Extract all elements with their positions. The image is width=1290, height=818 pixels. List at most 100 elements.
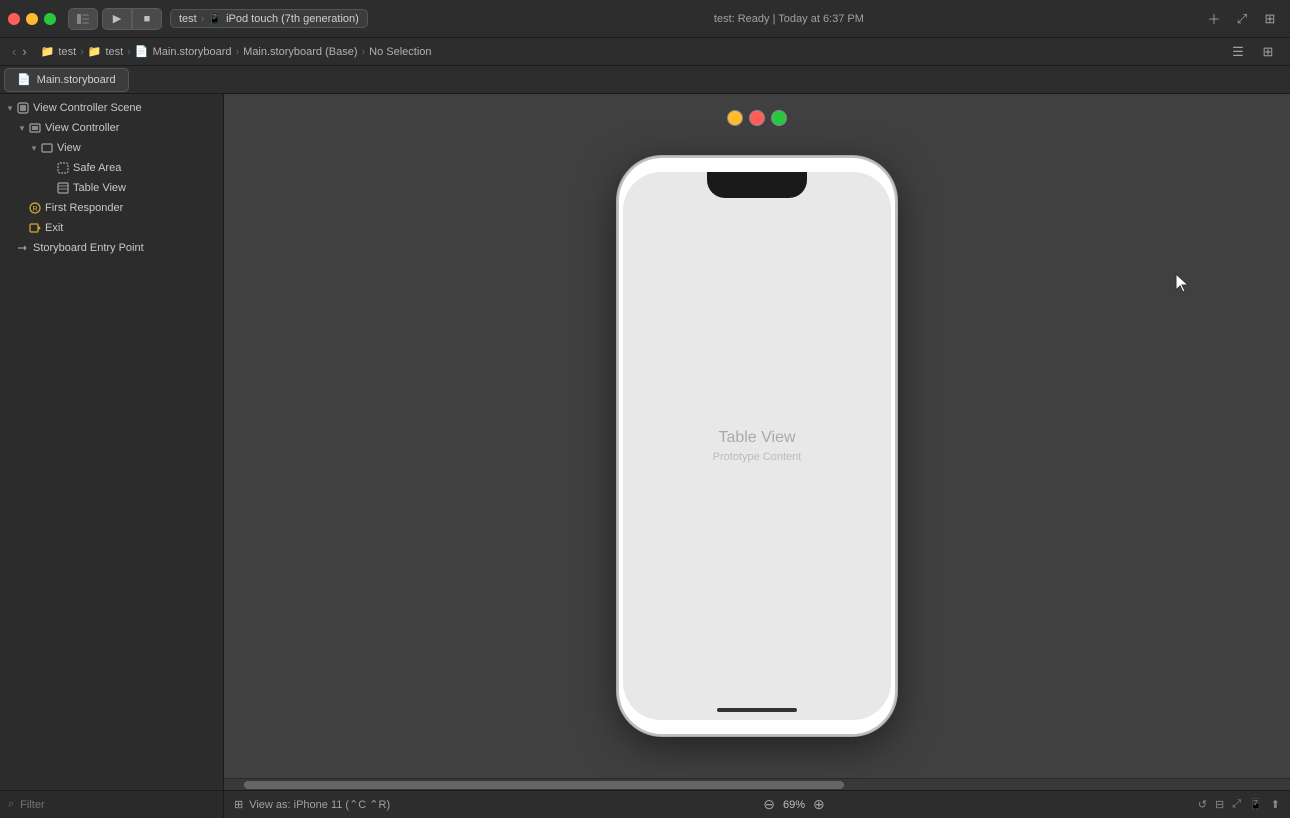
scene-icon bbox=[16, 101, 30, 115]
inspector-button[interactable]: ⊞ bbox=[1258, 8, 1282, 30]
sidebar-item-scene[interactable]: ▾ View Controller Scene bbox=[0, 98, 223, 118]
scrollbar-thumb[interactable] bbox=[244, 781, 844, 789]
device-icon: 📱 bbox=[208, 12, 222, 25]
zoom-level-label: 69% bbox=[783, 799, 805, 811]
sidebar-entry-point-label: Storyboard Entry Point bbox=[33, 242, 144, 254]
filter-icon: ⌕ bbox=[8, 798, 14, 811]
storyboard-icon: 📄 bbox=[135, 45, 149, 58]
home-indicator bbox=[717, 708, 797, 712]
sidebar-safe-area-label: Safe Area bbox=[73, 162, 121, 174]
disclosure-safe-area bbox=[44, 162, 56, 174]
minimize-button[interactable] bbox=[26, 13, 38, 25]
view-options-button[interactable]: ⊞ bbox=[1256, 41, 1280, 63]
folder-icon: 📁 bbox=[41, 45, 55, 58]
device-selector[interactable]: test › 📱 iPod touch (7th generation) bbox=[170, 9, 368, 28]
breadcrumb-no-selection[interactable]: No Selection bbox=[369, 46, 431, 58]
sidebar-scene-label: View Controller Scene bbox=[33, 102, 142, 114]
breadcrumb-bar: ‹ › 📁 test › 📁 test › 📄 Main.storyboard … bbox=[0, 38, 1290, 66]
sidebar-item-view[interactable]: ▾ View bbox=[0, 138, 223, 158]
breadcrumb-test-2[interactable]: 📁 test bbox=[88, 45, 123, 58]
entry-point-icon bbox=[16, 241, 30, 255]
bottom-bar: ⊞ View as: iPhone 11 (⌃C ⌃R) ⊖ 69% ⊕ ↺ ⊟… bbox=[224, 790, 1290, 818]
run-button[interactable]: ▶ bbox=[102, 8, 132, 30]
filter-input[interactable] bbox=[20, 799, 215, 811]
breadcrumb-storyboard-base[interactable]: Main.storyboard (Base) bbox=[243, 46, 357, 58]
stop-button[interactable]: ■ bbox=[132, 8, 162, 30]
sidebar: ▾ View Controller Scene ▾ View Controlle… bbox=[0, 94, 224, 818]
iphone-screen: Table View Prototype Content bbox=[623, 172, 891, 720]
add-button[interactable]: ＋ bbox=[1202, 8, 1226, 30]
sidebar-tree: ▾ View Controller Scene ▾ View Controlle… bbox=[0, 94, 223, 790]
run-controls: ▶ ■ bbox=[102, 8, 162, 30]
disclosure-view[interactable]: ▾ bbox=[28, 142, 40, 154]
fullscreen-button[interactable] bbox=[44, 13, 56, 25]
breadcrumb-test-1[interactable]: 📁 test bbox=[41, 45, 76, 58]
close-button[interactable] bbox=[8, 13, 20, 25]
phone-dot-red bbox=[749, 110, 765, 126]
sidebar-item-first-responder[interactable]: R First Responder bbox=[0, 198, 223, 218]
sidebar-toggle-button[interactable] bbox=[68, 8, 98, 30]
sidebar-vc-label: View Controller bbox=[45, 122, 119, 134]
traffic-lights bbox=[8, 13, 56, 25]
view-icon bbox=[40, 141, 54, 155]
refresh-icon[interactable]: ↺ bbox=[1198, 798, 1207, 811]
zoom-out-button[interactable]: ⊖ bbox=[763, 796, 775, 813]
iphone-notch bbox=[707, 172, 807, 198]
device-icon-bottom[interactable]: 📱 bbox=[1249, 798, 1263, 811]
sidebar-item-safe-area[interactable]: Safe Area bbox=[0, 158, 223, 178]
main-content: ▾ View Controller Scene ▾ View Controlle… bbox=[0, 94, 1290, 818]
tab-bar: 📄 Main.storyboard bbox=[0, 66, 1290, 94]
nav-back-button[interactable]: ‹ bbox=[10, 44, 18, 59]
exit-icon bbox=[28, 221, 42, 235]
safe-area-icon bbox=[56, 161, 70, 175]
tab-file-icon: 📄 bbox=[17, 73, 31, 86]
sidebar-item-entry-point[interactable]: Storyboard Entry Point bbox=[0, 238, 223, 258]
device-name-label: iPod touch (7th generation) bbox=[226, 13, 359, 25]
canvas-prototype-label: Prototype Content bbox=[713, 451, 802, 463]
disclosure-vc[interactable]: ▾ bbox=[16, 122, 28, 134]
main-storyboard-tab[interactable]: 📄 Main.storyboard bbox=[4, 68, 129, 92]
layout-button[interactable]: ⤢ bbox=[1230, 8, 1254, 30]
structure-icon[interactable]: ⊟ bbox=[1215, 798, 1224, 811]
view-controller-icon bbox=[28, 121, 42, 135]
sidebar-view-label: View bbox=[57, 142, 81, 154]
phone-dot-green bbox=[771, 110, 787, 126]
sidebar-item-exit[interactable]: Exit bbox=[0, 218, 223, 238]
nav-forward-button[interactable]: › bbox=[20, 44, 28, 59]
breadcrumb-sep-2: › bbox=[127, 46, 131, 58]
breadcrumb-sep-4: › bbox=[361, 46, 365, 58]
iphone-mockup: Table View Prototype Content bbox=[617, 156, 897, 736]
first-responder-icon: R bbox=[28, 201, 42, 215]
sidebar-item-view-controller[interactable]: ▾ View Controller bbox=[0, 118, 223, 138]
canvas-table-view-label: Table View bbox=[718, 429, 795, 447]
breadcrumb-sep-3: › bbox=[235, 46, 239, 58]
sidebar-exit-label: Exit bbox=[45, 222, 63, 234]
share-icon[interactable]: ⬆ bbox=[1271, 798, 1280, 811]
fit-icon[interactable]: ⤢ bbox=[1232, 798, 1241, 811]
svg-text:R: R bbox=[32, 206, 37, 213]
sidebar-item-table-view[interactable]: Table View bbox=[0, 178, 223, 198]
bottom-bar-left: ⊞ View as: iPhone 11 (⌃C ⌃R) bbox=[234, 798, 390, 811]
cursor bbox=[1174, 272, 1194, 299]
tab-label: Main.storyboard bbox=[37, 74, 116, 86]
phone-dot-yellow bbox=[727, 110, 743, 126]
sidebar-first-responder-label: First Responder bbox=[45, 202, 123, 214]
breadcrumb-storyboard[interactable]: 📄 Main.storyboard bbox=[135, 45, 232, 58]
nav-arrows: ‹ › bbox=[10, 44, 29, 59]
status-text: test: Ready | Today at 6:37 PM bbox=[714, 13, 864, 25]
scheme-label: test bbox=[179, 13, 197, 25]
panel-toggle-icon[interactable]: ⊞ bbox=[234, 798, 243, 811]
canvas-main[interactable]: Table View Prototype Content bbox=[224, 94, 1290, 778]
zoom-in-button[interactable]: ⊕ bbox=[813, 796, 825, 813]
disclosure-scene[interactable]: ▾ bbox=[4, 102, 16, 114]
view-as-label: View as: iPhone 11 (⌃C ⌃R) bbox=[249, 798, 390, 811]
editor-options-button[interactable]: ☰ bbox=[1226, 41, 1250, 63]
canvas-scrollbar[interactable] bbox=[224, 778, 1290, 790]
sidebar-table-view-label: Table View bbox=[73, 182, 126, 194]
title-bar: ▶ ■ test › 📱 iPod touch (7th generation)… bbox=[0, 0, 1290, 38]
canvas-area: Table View Prototype Content ⊞ View a bbox=[224, 94, 1290, 818]
phone-top-controls bbox=[727, 110, 787, 126]
disclosure-exit bbox=[16, 222, 28, 234]
disclosure-first-responder bbox=[16, 202, 28, 214]
sidebar-filter-bar: ⌕ bbox=[0, 790, 223, 818]
